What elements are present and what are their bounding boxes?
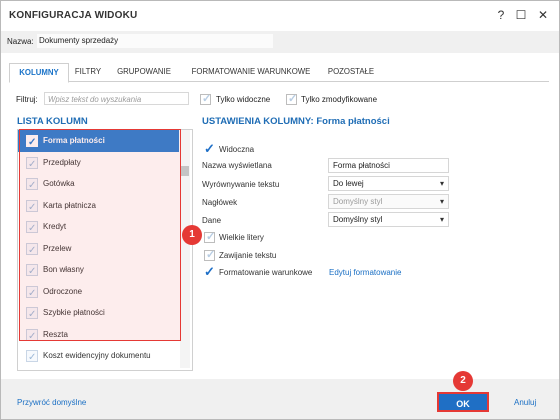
ok-button[interactable]: OK [437, 392, 489, 412]
checkbox-icon[interactable]: ✓ [26, 199, 38, 213]
checkbox-icon[interactable]: ✓ [26, 178, 38, 191]
uppercase-checkbox[interactable]: ✓ [204, 231, 216, 243]
tab-other[interactable]: POZOSTAŁE [327, 63, 375, 81]
list-item[interactable]: ✓ Przelew [18, 238, 179, 260]
only-visible-checkbox[interactable]: ✓ [200, 93, 212, 105]
only-modified-label: Tylko zmodyfikowane [301, 95, 378, 104]
name-label: Nazwa: [7, 37, 34, 46]
filter-placeholder: Wpisz tekst do wyszukania [48, 95, 142, 104]
header-label: Nagłówek [202, 198, 238, 207]
check-icon: ✓ [202, 93, 212, 105]
column-settings-title: USTAWIENIA KOLUMNY: Forma płatności [202, 116, 390, 127]
name-input[interactable]: Dokumenty sprzedaży [37, 34, 273, 48]
wrap-label: Zawijanie tekstu [219, 251, 277, 260]
list-item[interactable]: ✓ Gotówka [18, 173, 179, 195]
filter-input[interactable]: Wpisz tekst do wyszukania [44, 92, 189, 105]
list-item[interactable]: ✓ Reszta [18, 324, 179, 346]
dialog-title: KONFIGURACJA WIDOKU [9, 10, 138, 21]
configuration-dialog: KONFIGURACJA WIDOKU ? ☐ ✕ Nazwa: Dokumen… [0, 0, 560, 420]
uppercase-label: Wielkie litery [219, 233, 264, 242]
checkbox-icon[interactable]: ✓ [26, 285, 38, 299]
checkbox-icon[interactable]: ✓ [26, 156, 38, 170]
check-icon: ✓ [206, 231, 216, 243]
tab-grouping[interactable]: GRUPOWANIE [113, 63, 175, 81]
annotation-badge-1: 1 [182, 225, 202, 245]
help-icon[interactable]: ? [493, 8, 509, 24]
edit-formatting-link[interactable]: Edytuj formatowanie [329, 268, 401, 277]
list-item[interactable]: ✓ Odroczone [18, 281, 179, 303]
chevron-down-icon: ▾ [439, 197, 444, 206]
only-visible-label: Tylko widoczne [216, 95, 271, 104]
only-modified-checkbox[interactable]: ✓ [286, 93, 298, 105]
annotation-badge-2: 2 [453, 371, 473, 391]
visible-label: Widoczna [219, 145, 255, 154]
list-item[interactable]: ✓ Karta płatnicza [18, 195, 179, 217]
checkbox-icon[interactable]: ✓ [26, 264, 38, 277]
list-item[interactable]: ✓ Forma płatności [18, 130, 179, 152]
filter-label: Filtruj: [16, 95, 38, 104]
display-name-input[interactable]: Forma płatności [328, 158, 449, 173]
visible-checkbox[interactable]: ✓ [204, 141, 215, 157]
list-item[interactable]: ✓ Kredyt [18, 216, 179, 238]
chevron-down-icon: ▾ [439, 215, 444, 224]
column-list-title: LISTA KOLUMN [17, 116, 88, 127]
title-bar: KONFIGURACJA WIDOKU ? ☐ ✕ [1, 1, 559, 31]
list-item[interactable]: ✓ Szybkie płatności [18, 302, 179, 324]
checkbox-icon[interactable]: ✓ [26, 242, 38, 256]
conditional-formatting-label: Formatowanie warunkowe [219, 268, 313, 277]
checkbox-icon[interactable]: ✓ [26, 307, 38, 320]
scrollbar-thumb[interactable] [181, 166, 189, 176]
alignment-label: Wyrównywanie tekstu [202, 180, 280, 189]
checkbox-icon[interactable]: ✓ [26, 221, 38, 234]
tab-filters[interactable]: FILTRY [73, 63, 103, 81]
list-item[interactable]: ✓ Koszt ewidencyjny dokumentu [18, 345, 179, 367]
chevron-down-icon: ▾ [439, 179, 444, 188]
tab-bar: KOLUMNY FILTRY GRUPOWANIE FORMATOWANIE W… [9, 63, 549, 83]
checkbox-icon[interactable]: ✓ [26, 135, 38, 148]
name-bar: Nazwa: Dokumenty sprzedaży [1, 31, 559, 53]
display-name-label: Nazwa wyświetlana [202, 161, 272, 170]
list-item[interactable]: ✓ Przedpłaty [18, 152, 179, 174]
data-label: Dane [202, 216, 222, 225]
conditional-formatting-checkbox[interactable]: ✓ [204, 264, 215, 280]
list-item[interactable]: ✓ Bon własny [18, 259, 179, 281]
close-icon[interactable]: ✕ [535, 8, 551, 24]
wrap-checkbox[interactable]: ✓ [204, 249, 216, 261]
check-icon: ✓ [206, 249, 216, 261]
checkbox-icon[interactable]: ✓ [26, 350, 38, 363]
column-list[interactable]: ✓ Forma płatności ✓ Przedpłaty ✓ Gotówka… [17, 129, 193, 371]
tab-columns[interactable]: KOLUMNY [9, 63, 69, 83]
checkbox-icon[interactable]: ✓ [26, 328, 38, 342]
alignment-select[interactable]: Do lewej ▾ [328, 176, 449, 191]
header-select[interactable]: Domyślny styl ▾ [328, 194, 449, 209]
cancel-link[interactable]: Anuluj [514, 398, 536, 407]
data-select[interactable]: Domyślny styl ▾ [328, 212, 449, 227]
check-icon: ✓ [288, 93, 298, 105]
maximize-icon[interactable]: ☐ [513, 8, 529, 24]
restore-defaults-link[interactable]: Przywróć domyślne [17, 398, 86, 407]
tab-conditional-formatting[interactable]: FORMATOWANIE WARUNKOWE [187, 63, 315, 81]
